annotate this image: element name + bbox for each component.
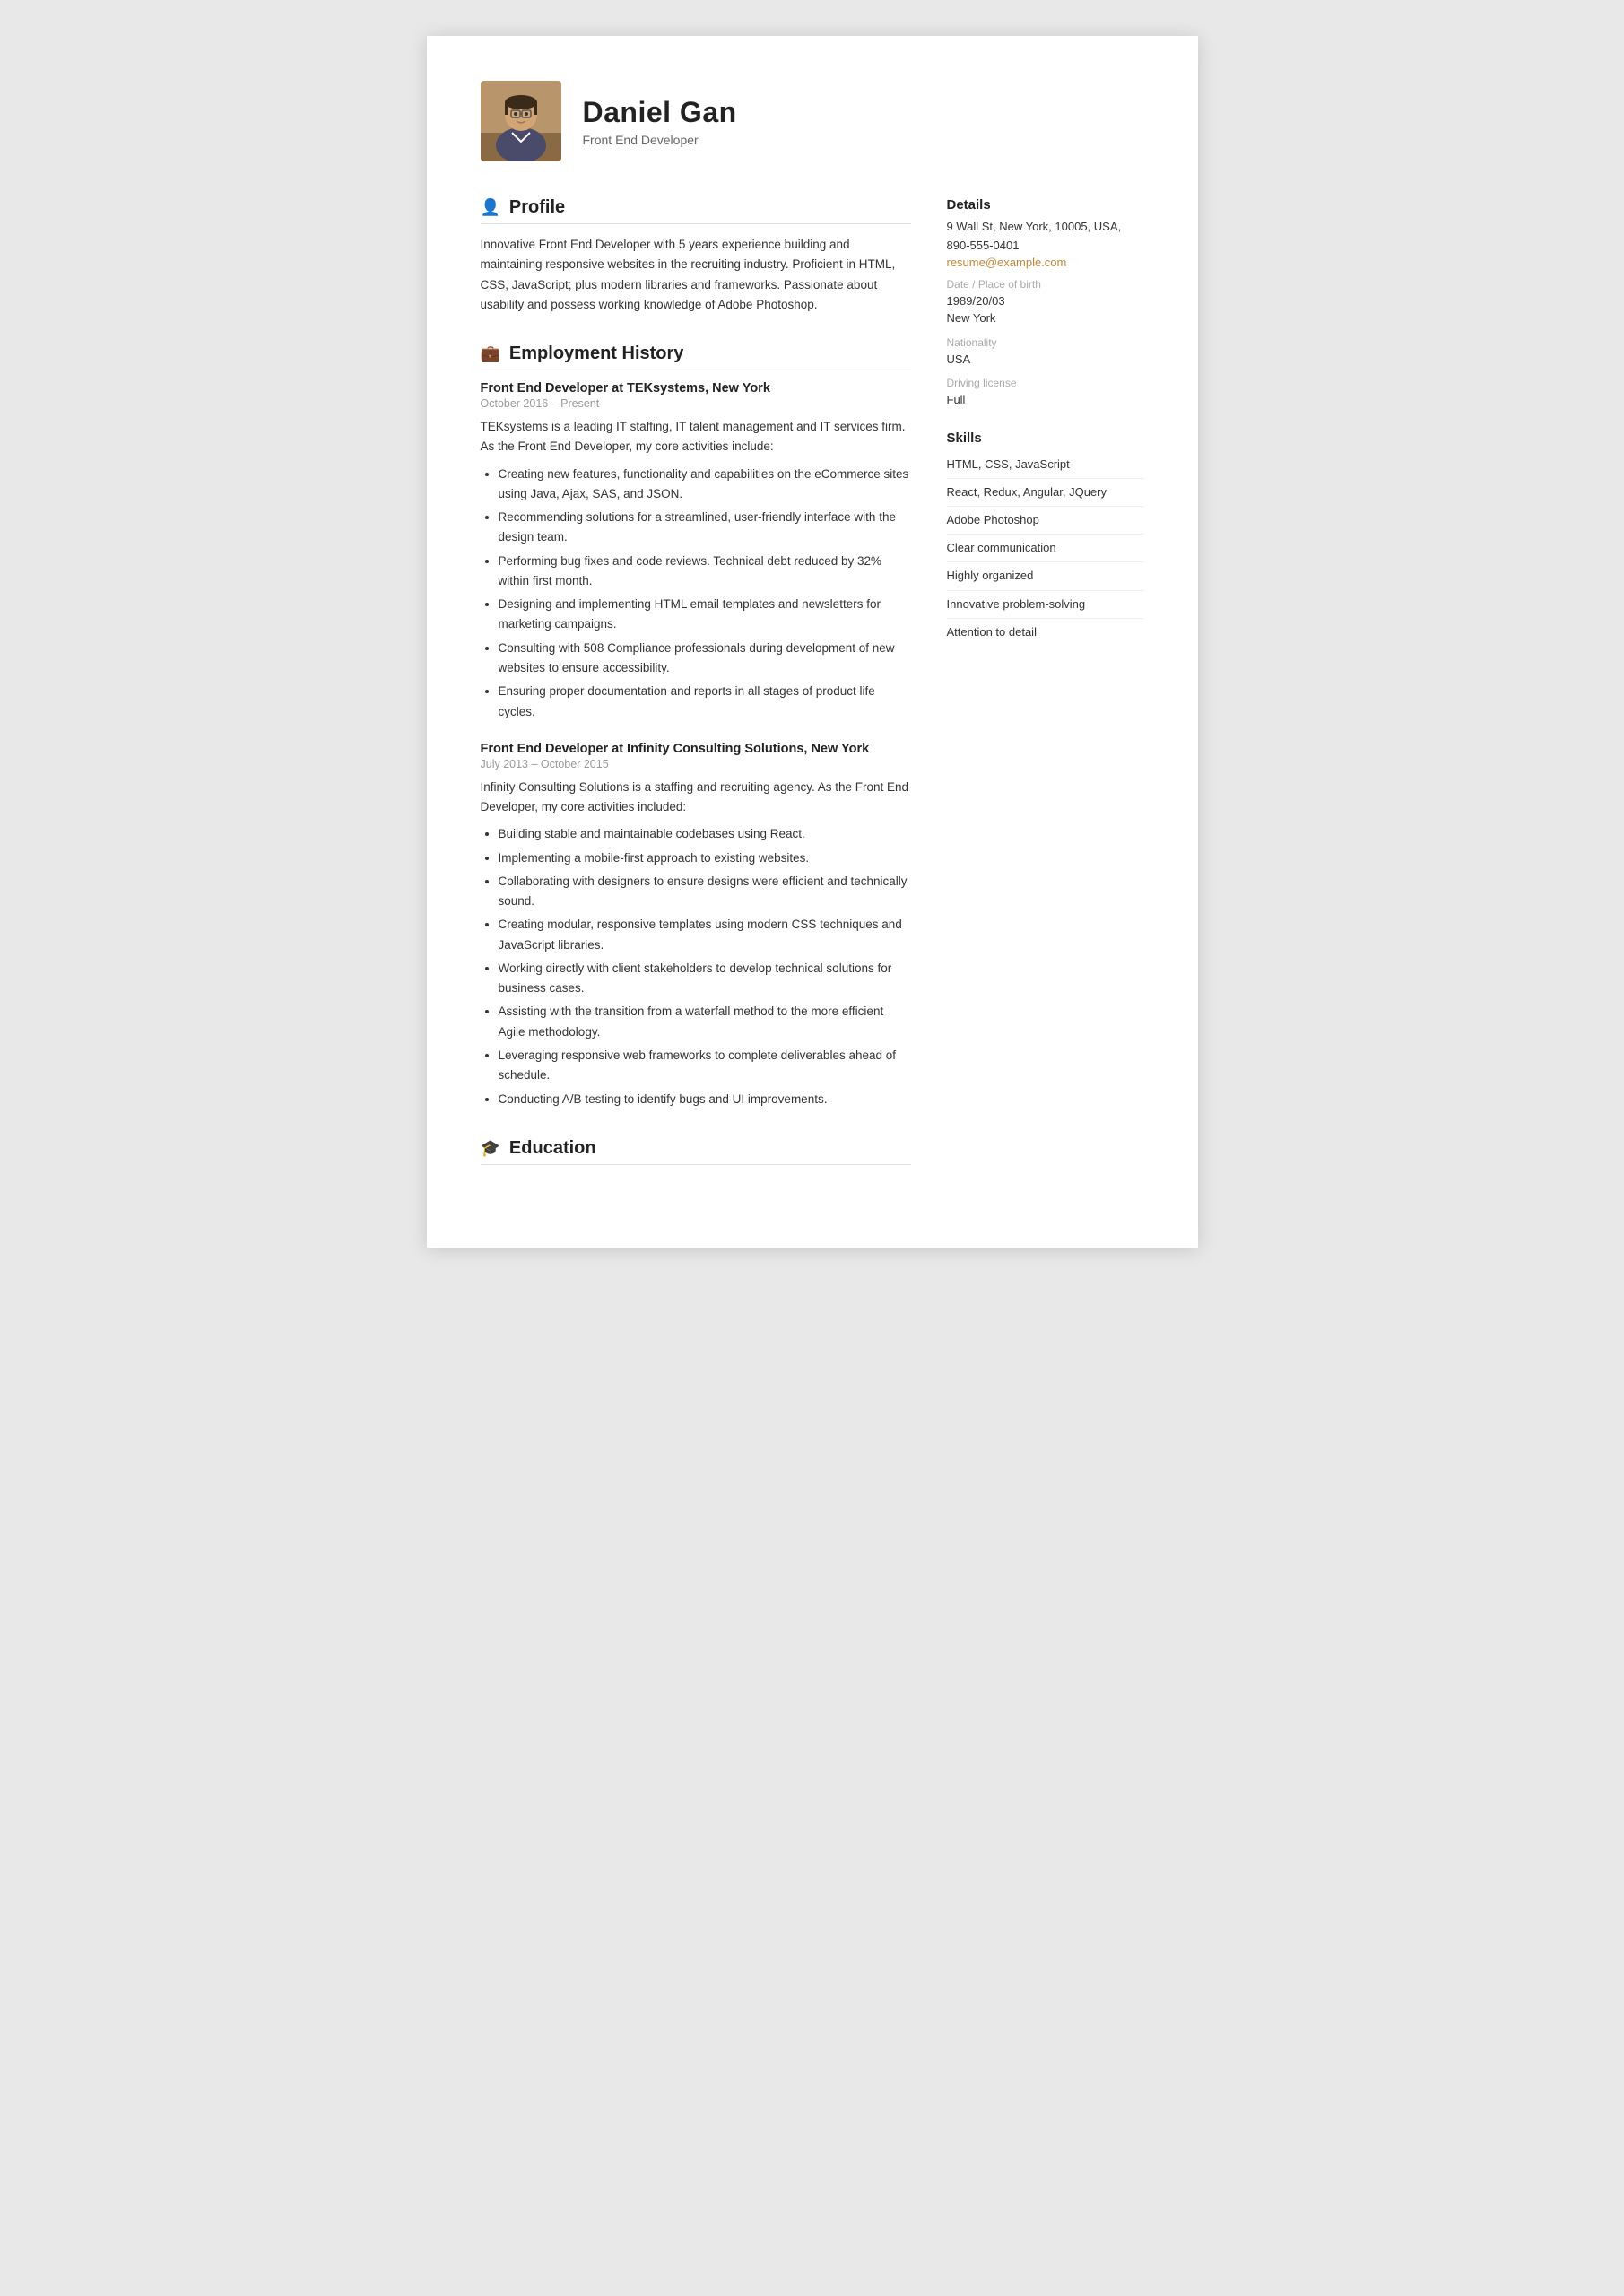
skills-section-title: Skills [947,430,1144,446]
job-2-dates: July 2013 – October 2015 [481,758,911,770]
job-2-desc: Infinity Consulting Solutions is a staff… [481,778,911,818]
details-section: Details 9 Wall St, New York, 10005, USA,… [947,197,1144,409]
bullet: Performing bug fixes and code reviews. T… [499,552,911,592]
details-email: resume@example.com [947,256,1144,269]
resume-page: Daniel Gan Front End Developer 👤 Profile… [427,36,1198,1248]
bullet: Collaborating with designers to ensure d… [499,872,911,912]
skill-item: Innovative problem-solving [947,591,1144,619]
skill-item: React, Redux, Angular, JQuery [947,479,1144,507]
job-1-bullets: Creating new features, functionality and… [481,465,911,722]
bullet: Leveraging responsive web frameworks to … [499,1046,911,1086]
main-layout: 👤 Profile Innovative Front End Developer… [481,197,1144,1194]
profile-section: 👤 Profile Innovative Front End Developer… [481,197,911,315]
bullet: Implementing a mobile-first approach to … [499,848,911,868]
candidate-title: Front End Developer [583,133,737,147]
bullet: Creating new features, functionality and… [499,465,911,505]
profile-section-title: 👤 Profile [481,197,911,224]
resume-header: Daniel Gan Front End Developer [481,81,1144,161]
job-1: Front End Developer at TEKsystems, New Y… [481,381,911,722]
skill-item: Highly organized [947,562,1144,590]
nationality-value: USA [947,351,1144,369]
education-section-title: 🎓 Education [481,1138,911,1165]
job-1-dates: October 2016 – Present [481,397,911,410]
skill-item: HTML, CSS, JavaScript [947,451,1144,479]
bullet: Conducting A/B testing to identify bugs … [499,1090,911,1109]
license-label: Driving license [947,377,1144,389]
skills-list: HTML, CSS, JavaScript React, Redux, Angu… [947,451,1144,646]
dob-label: Date / Place of birth [947,278,1144,291]
education-section: 🎓 Education [481,1138,911,1165]
skill-item: Clear communication [947,535,1144,562]
candidate-name: Daniel Gan [583,96,737,129]
details-section-title: Details [947,197,1144,213]
dob-value: 1989/20/03 New York [947,292,1144,327]
employment-icon: 💼 [481,344,500,363]
bullet: Assisting with the transition from a wat… [499,1002,911,1042]
job-1-title: Front End Developer at TEKsystems, New Y… [481,381,911,396]
bullet: Recommending solutions for a streamlined… [499,508,911,548]
details-address: 9 Wall St, New York, 10005, USA, 890-555… [947,218,1144,256]
skills-section: Skills HTML, CSS, JavaScript React, Redu… [947,430,1144,646]
right-column: Details 9 Wall St, New York, 10005, USA,… [947,197,1144,1194]
bullet: Consulting with 508 Compliance professio… [499,639,911,679]
profile-icon: 👤 [481,198,500,217]
job-1-desc: TEKsystems is a leading IT staffing, IT … [481,417,911,457]
header-text: Daniel Gan Front End Developer [583,96,737,147]
nationality-label: Nationality [947,336,1144,349]
bullet: Working directly with client stakeholder… [499,959,911,999]
bullet: Building stable and maintainable codebas… [499,824,911,844]
bullet: Ensuring proper documentation and report… [499,682,911,722]
skill-item: Attention to detail [947,619,1144,646]
avatar [481,81,561,161]
job-2-title: Front End Developer at Infinity Consulti… [481,742,911,756]
profile-text: Innovative Front End Developer with 5 ye… [481,235,911,315]
bullet: Creating modular, responsive templates u… [499,915,911,955]
left-column: 👤 Profile Innovative Front End Developer… [481,197,911,1194]
employment-section-title: 💼 Employment History [481,344,911,370]
job-2: Front End Developer at Infinity Consulti… [481,742,911,1109]
employment-section: 💼 Employment History Front End Developer… [481,344,911,1109]
license-value: Full [947,391,1144,409]
job-2-bullets: Building stable and maintainable codebas… [481,824,911,1109]
education-icon: 🎓 [481,1139,500,1158]
bullet: Designing and implementing HTML email te… [499,595,911,635]
skill-item: Adobe Photoshop [947,507,1144,535]
